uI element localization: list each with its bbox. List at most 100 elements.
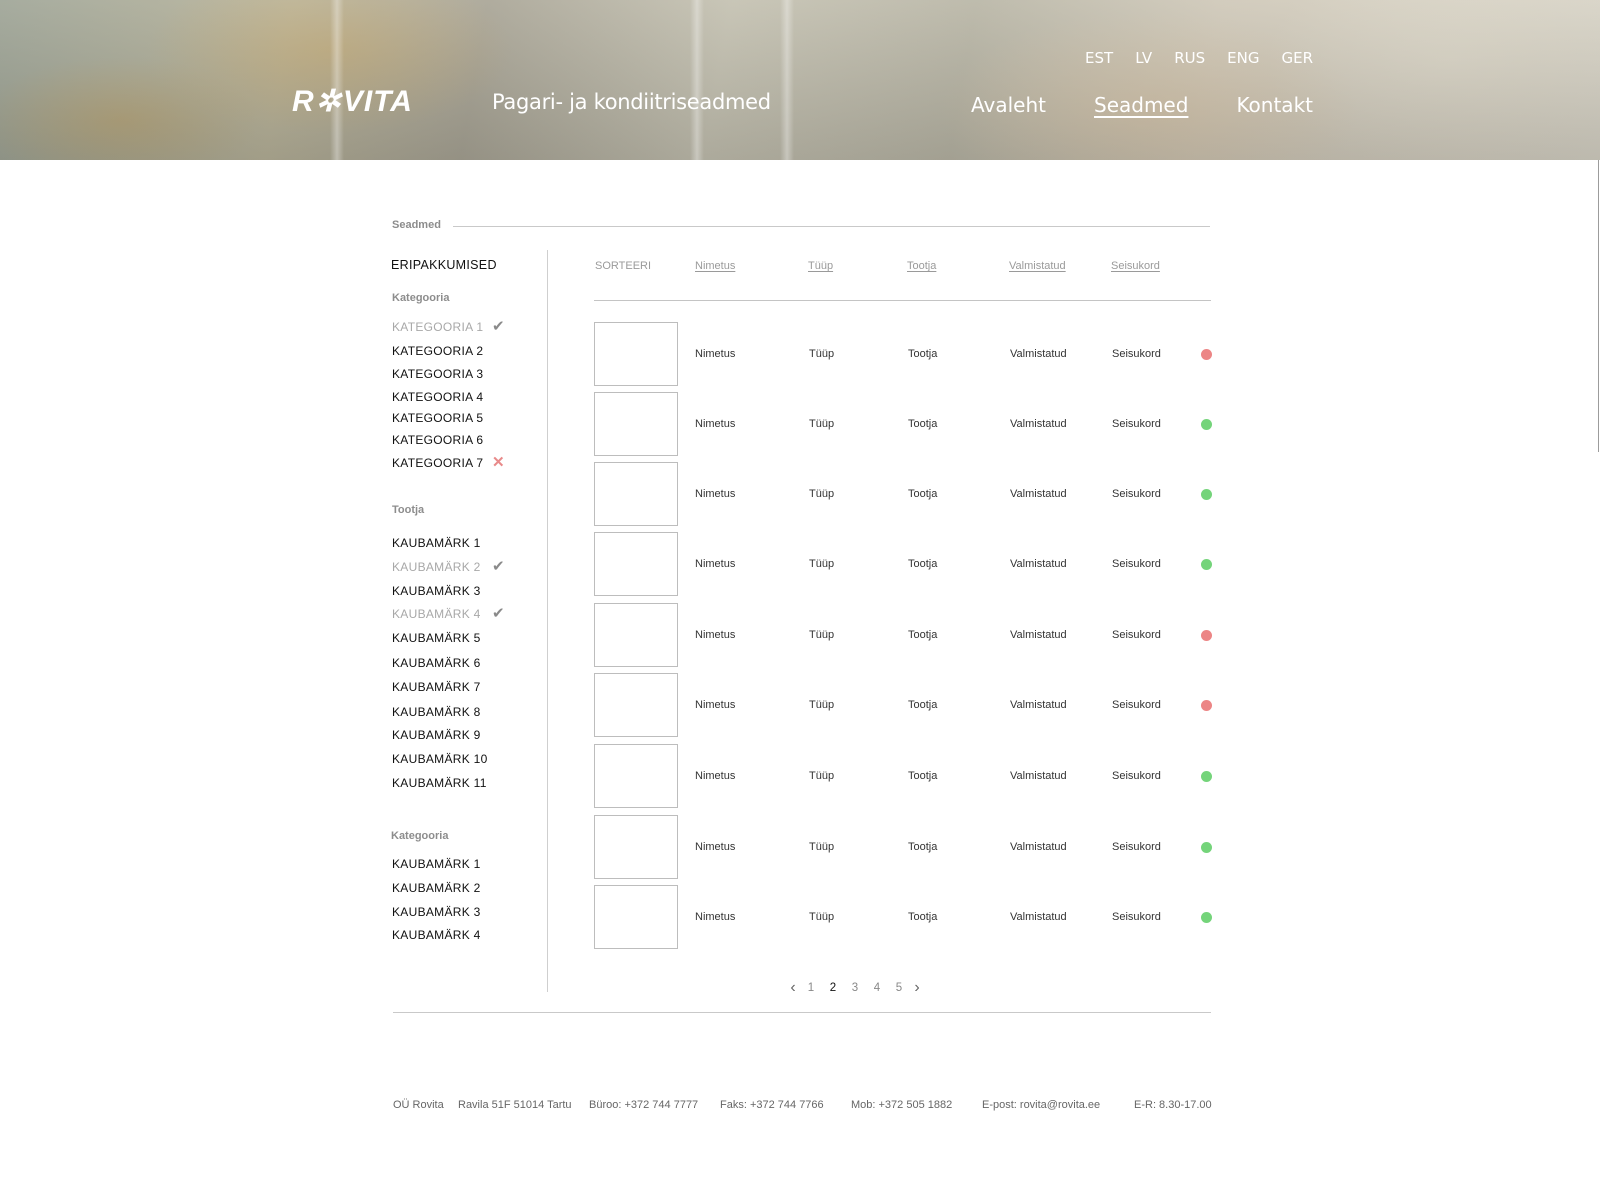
chevron-left-icon[interactable]: ‹ — [786, 979, 800, 997]
filter-item[interactable]: KATEGOORIA 2 — [392, 344, 483, 358]
content-bottom-divider — [393, 1012, 1211, 1013]
gear-icon: ✲ — [315, 84, 342, 118]
status-indicator-icon — [1201, 489, 1212, 500]
filter-item-label: KAUBAMÄRK 4 — [392, 928, 481, 942]
filter-item[interactable]: KAUBAMÄRK 9 — [392, 728, 481, 742]
cell-valmistatud: Valmistatud — [1010, 699, 1067, 711]
filter-item-label: KAUBAMÄRK 7 — [392, 680, 481, 694]
banner-decoration — [780, 0, 794, 160]
filter-item[interactable]: KATEGOORIA 7 ✕ — [392, 454, 505, 471]
filter-item[interactable]: KAUBAMÄRK 8 — [392, 705, 481, 719]
footer-email[interactable]: E-post: rovita@rovita.ee — [982, 1099, 1134, 1111]
page-number[interactable]: 2 — [822, 982, 844, 994]
banner-decoration — [690, 0, 704, 160]
filter-item-label: KAUBAMÄRK 2 — [392, 560, 481, 574]
filter-item[interactable]: KATEGOORIA 3 — [392, 367, 483, 381]
filter-item-label: KAUBAMÄRK 11 — [392, 776, 487, 790]
table-row[interactable]: Nimetus Tüüp Tootja Valmistatud Seisukord — [594, 885, 1212, 949]
cell-valmistatud: Valmistatud — [1010, 911, 1067, 923]
checkmark-icon: ✔ — [492, 605, 505, 622]
lang-est[interactable]: EST — [1085, 49, 1113, 67]
filter-item[interactable]: KAUBAMÄRK 3 — [392, 905, 481, 919]
page-number[interactable]: 1 — [800, 982, 822, 994]
product-thumbnail[interactable] — [594, 603, 678, 667]
sort-by-nimetus[interactable]: Nimetus — [695, 260, 735, 272]
sort-by-tuup[interactable]: Tüüp — [808, 260, 833, 272]
filter-item[interactable]: KAUBAMÄRK 1 — [392, 857, 481, 871]
filter-item[interactable]: KAUBAMÄRK 1 — [392, 536, 481, 550]
section-title: Seadmed — [392, 219, 441, 231]
filter-item[interactable]: KAUBAMÄRK 2 — [392, 881, 481, 895]
filter-item[interactable]: KAUBAMÄRK 11 — [392, 776, 487, 790]
lang-lv[interactable]: LV — [1135, 49, 1152, 67]
special-offers-link[interactable]: ERIPAKKUMISED — [391, 258, 497, 272]
table-row[interactable]: Nimetus Tüüp Tootja Valmistatud Seisukord — [594, 815, 1212, 879]
cell-seisukord: Seisukord — [1112, 911, 1161, 923]
page-number[interactable]: 3 — [844, 982, 866, 994]
nav-seadmed[interactable]: Seadmed — [1094, 93, 1188, 117]
lang-ger[interactable]: GER — [1281, 49, 1313, 67]
filter-item[interactable]: KAUBAMÄRK 5 — [392, 631, 481, 645]
cell-seisukord: Seisukord — [1112, 558, 1161, 570]
table-row[interactable]: Nimetus Tüüp Tootja Valmistatud Seisukord — [594, 532, 1212, 596]
chevron-right-icon[interactable]: › — [910, 979, 924, 997]
filter-heading: Tootja — [392, 504, 425, 516]
checkmark-icon: ✔ — [492, 558, 505, 575]
table-row[interactable]: Nimetus Tüüp Tootja Valmistatud Seisukord — [594, 744, 1212, 808]
product-thumbnail[interactable] — [594, 815, 678, 879]
filter-item[interactable]: KAUBAMÄRK 4 — [392, 928, 481, 942]
product-thumbnail[interactable] — [594, 744, 678, 808]
product-thumbnail[interactable] — [594, 532, 678, 596]
cell-nimetus: Nimetus — [695, 911, 736, 923]
cell-tootja: Tootja — [908, 418, 938, 430]
cell-valmistatud: Valmistatud — [1010, 348, 1067, 360]
cell-tootja: Tootja — [908, 841, 938, 853]
status-indicator-icon — [1201, 912, 1212, 923]
table-row[interactable]: Nimetus Tüüp Tootja Valmistatud Seisukord — [594, 322, 1212, 386]
cell-seisukord: Seisukord — [1112, 488, 1161, 500]
filter-item[interactable]: KAUBAMÄRK 7 — [392, 680, 481, 694]
filter-item-label: KAUBAMÄRK 3 — [392, 584, 481, 598]
filter-item[interactable]: KAUBAMÄRK 4 ✔ — [392, 605, 505, 622]
table-row[interactable]: Nimetus Tüüp Tootja Valmistatud Seisukord — [594, 603, 1212, 667]
nav-kontakt[interactable]: Kontakt — [1236, 93, 1313, 117]
page-number[interactable]: 4 — [866, 982, 888, 994]
product-thumbnail[interactable] — [594, 322, 678, 386]
product-thumbnail[interactable] — [594, 392, 678, 456]
product-thumbnail[interactable] — [594, 462, 678, 526]
filter-item[interactable]: KAUBAMÄRK 10 — [392, 752, 488, 766]
table-row[interactable]: Nimetus Tüüp Tootja Valmistatud Seisukord — [594, 392, 1212, 456]
cell-tuup: Tüüp — [809, 911, 835, 923]
table-row[interactable]: Nimetus Tüüp Tootja Valmistatud Seisukord — [594, 462, 1212, 526]
filter-item[interactable]: KATEGOORIA 5 — [392, 411, 483, 425]
page-number[interactable]: 5 — [888, 982, 910, 994]
filter-item[interactable]: KATEGOORIA 4 — [392, 390, 483, 404]
cell-nimetus: Nimetus — [695, 418, 736, 430]
filter-item[interactable]: KATEGOORIA 1 ✔ — [392, 318, 505, 335]
filter-item[interactable]: KAUBAMÄRK 2 ✔ — [392, 558, 505, 575]
cell-valmistatud: Valmistatud — [1010, 558, 1067, 570]
cell-tootja: Tootja — [908, 488, 938, 500]
nav-avaleht[interactable]: Avaleht — [971, 93, 1046, 117]
sort-label: SORTEERI — [595, 260, 652, 272]
sort-by-seisukord[interactable]: Seisukord — [1111, 260, 1160, 272]
cell-valmistatud: Valmistatud — [1010, 488, 1067, 500]
remove-filter-icon[interactable]: ✕ — [492, 453, 505, 471]
filter-item[interactable]: KAUBAMÄRK 3 — [392, 584, 481, 598]
filter-item-label: KATEGOORIA 5 — [392, 411, 484, 425]
cell-nimetus: Nimetus — [695, 348, 736, 360]
filter-item-label: KAUBAMÄRK 10 — [392, 752, 488, 766]
product-thumbnail[interactable] — [594, 673, 678, 737]
cell-seisukord: Seisukord — [1112, 348, 1161, 360]
filter-item[interactable]: KATEGOORIA 6 — [392, 433, 483, 447]
sort-by-valmistatud[interactable]: Valmistatud — [1009, 260, 1066, 272]
cell-nimetus: Nimetus — [695, 770, 736, 782]
lang-rus[interactable]: RUS — [1174, 49, 1205, 67]
table-row[interactable]: Nimetus Tüüp Tootja Valmistatud Seisukord — [594, 673, 1212, 737]
filter-item[interactable]: KAUBAMÄRK 6 — [392, 656, 481, 670]
rovita-logo[interactable]: R✲VITA — [292, 84, 413, 118]
filter-item-label: KATEGOORIA 3 — [392, 367, 484, 381]
product-thumbnail[interactable] — [594, 885, 678, 949]
lang-eng[interactable]: ENG — [1227, 49, 1259, 67]
sort-by-tootja[interactable]: Tootja — [907, 260, 936, 272]
